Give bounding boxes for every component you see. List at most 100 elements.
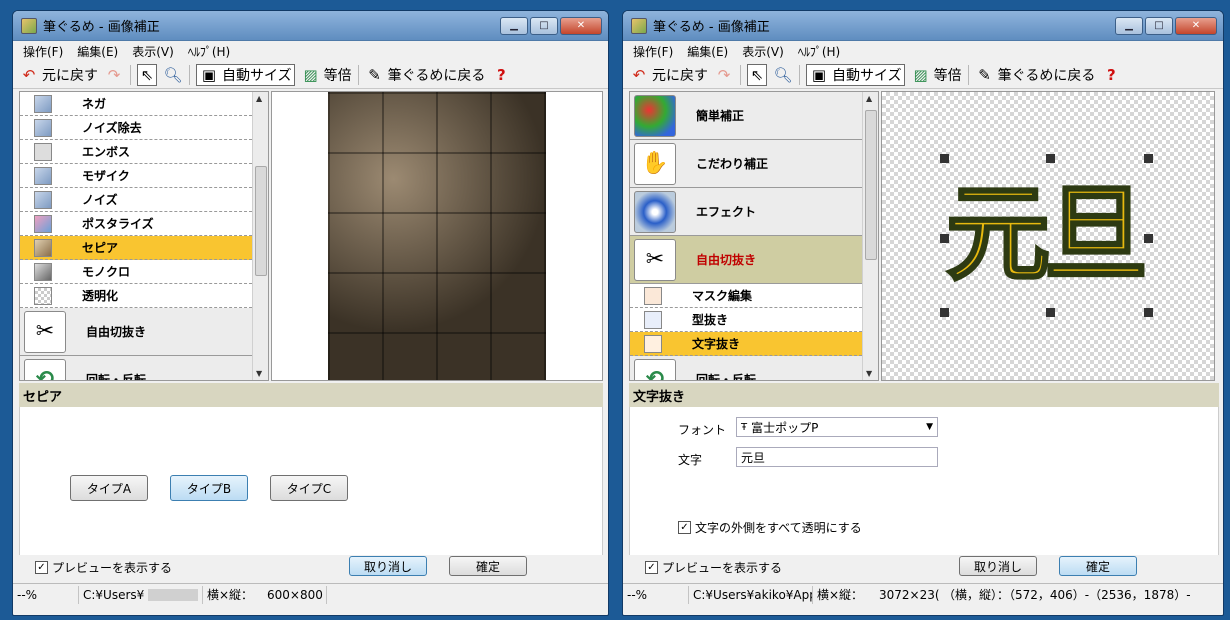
maximize-button[interactable]: □ (530, 16, 558, 35)
list-item-text-cut[interactable]: 文字抜き (630, 332, 862, 356)
preview-checkbox[interactable]: ✓ プレビューを表示する (645, 559, 782, 576)
image-preview: 元旦 (881, 91, 1215, 381)
list-item-sepia[interactable]: セピア (20, 236, 252, 260)
list-item-mosaic[interactable]: モザイク (20, 164, 252, 188)
list-item-transparent[interactable]: 透明化 (20, 284, 252, 308)
menu-operation[interactable]: 操作(F) (633, 43, 673, 60)
scroll-thumb[interactable] (255, 166, 267, 276)
type-c-button[interactable]: タイプC (270, 475, 348, 501)
menu-operation[interactable]: 操作(F) (23, 43, 63, 60)
text-label: 文字 (678, 453, 703, 467)
pointer-icon[interactable]: ⇖ (747, 63, 767, 86)
denoise-icon (34, 118, 52, 137)
app-icon (631, 17, 647, 34)
redo-icon[interactable]: ↷ (714, 65, 734, 85)
list-item-rotate[interactable]: ⟲ 回転・反転 (630, 356, 862, 380)
menu-help[interactable]: ﾍﾙﾌﾟ(H) (798, 43, 840, 60)
image-icon: ▨ (303, 65, 318, 84)
app-icon (21, 17, 37, 34)
list-item-denoise[interactable]: ノイズ除去 (20, 116, 252, 140)
image-preview (271, 91, 603, 381)
actual-size-button[interactable]: ▨ 等倍 (301, 65, 352, 85)
resize-handle[interactable] (940, 308, 949, 317)
scroll-up-icon[interactable]: ▲ (256, 94, 262, 103)
help-icon[interactable]: ? (491, 65, 511, 85)
menu-help[interactable]: ﾍﾙﾌﾟ(H) (188, 43, 230, 60)
list-item-shape-cut[interactable]: 型抜き (630, 308, 862, 332)
resize-handle[interactable] (1144, 308, 1153, 317)
minimize-button[interactable]: ▁ (500, 16, 528, 35)
close-button[interactable]: ✕ (560, 16, 602, 35)
auto-size-button[interactable]: ▣ 自動サイズ (806, 63, 905, 86)
size-status: 600×800 (263, 585, 327, 604)
ok-button[interactable]: 確定 (1059, 556, 1137, 576)
list-item-mask-edit[interactable]: マスク編集 (630, 284, 862, 308)
type-a-button[interactable]: タイプA (70, 475, 148, 501)
list-item-free-cut[interactable]: ✂ 自由切抜き (630, 236, 862, 284)
close-button[interactable]: ✕ (1175, 16, 1217, 35)
list-item-emboss[interactable]: エンボス (20, 140, 252, 164)
checkmark-icon: ✓ (678, 521, 691, 534)
pencil-icon (644, 334, 662, 353)
outside-transparent-checkbox[interactable]: ✓ 文字の外側をすべて透明にする (678, 519, 862, 536)
list-item-noise[interactable]: ノイズ (20, 188, 252, 212)
list-item-free-cut[interactable]: ✂ 自由切抜き (20, 308, 252, 356)
scroll-up-icon[interactable]: ▲ (866, 94, 872, 103)
resize-handle[interactable] (940, 234, 949, 243)
cancel-button[interactable]: 取り消し (959, 556, 1037, 576)
checkmark-icon: ✓ (35, 560, 48, 574)
resize-handle[interactable] (1144, 154, 1153, 163)
size-label: 横×縦： (817, 588, 864, 602)
auto-size-button[interactable]: ▣ 自動サイズ (196, 63, 295, 86)
font-select[interactable]: Ŧ 富士ポップP ▼ (736, 417, 938, 437)
rotate-icon: ⟲ (24, 358, 66, 380)
preview-checkbox[interactable]: ✓ プレビューを表示する (35, 559, 172, 576)
title-bar: 筆ぐるめ - 画像補正 ▁ □ ✕ (623, 11, 1223, 41)
pointer-icon[interactable]: ⇖ (137, 63, 157, 86)
path-status: C:¥Users¥ (79, 585, 203, 604)
left-window: 筆ぐるめ - 画像補正 ▁ □ ✕ 操作(F) 編集(E) 表示(V) ﾍﾙﾌﾟ… (12, 10, 609, 616)
text-input[interactable]: 元旦 (736, 447, 938, 467)
resize-handle[interactable] (1144, 234, 1153, 243)
minimize-button[interactable]: ▁ (1115, 16, 1143, 35)
type-b-button[interactable]: タイプB (170, 475, 248, 501)
resize-handle[interactable] (940, 154, 949, 163)
font-label: フォント (678, 423, 727, 437)
maximize-button[interactable]: □ (1145, 16, 1173, 35)
list-item-effect[interactable]: エフェクト (630, 188, 862, 236)
scroll-down-icon[interactable]: ▼ (866, 369, 872, 378)
undo-button[interactable]: ↶ 元に戻す (19, 65, 98, 85)
status-bar: --% C:¥Users¥ 横×縦： 600×800 (13, 583, 608, 605)
zoom-status: --% (623, 585, 689, 604)
ok-button[interactable]: 確定 (449, 556, 527, 576)
actual-size-button[interactable]: ▨ 等倍 (911, 65, 962, 85)
list-scrollbar[interactable]: ▲ ▼ (862, 92, 878, 380)
menu-view[interactable]: 表示(V) (132, 43, 174, 60)
color-hand-icon: ✋ (634, 142, 676, 185)
help-icon[interactable]: ? (1101, 65, 1121, 85)
list-item-posterize[interactable]: ポスタライズ (20, 212, 252, 236)
checkmark-icon: ✓ (645, 560, 658, 574)
list-scrollbar[interactable]: ▲ ▼ (252, 92, 268, 380)
list-item-detail-correction[interactable]: ✋ こだわり補正 (630, 140, 862, 188)
list-item-rotate[interactable]: ⟲ 回転・反転 (20, 356, 252, 380)
back-to-fudegurume-button[interactable]: ✎ 筆ぐるめに戻る (365, 65, 485, 85)
cancel-button[interactable]: 取り消し (349, 556, 427, 576)
list-item-easy-correction[interactable]: 簡単補正 (630, 92, 862, 140)
scroll-thumb[interactable] (865, 110, 877, 260)
undo-button[interactable]: ↶ 元に戻す (629, 65, 708, 85)
resize-handle[interactable] (1046, 154, 1055, 163)
list-item-mono[interactable]: モノクロ (20, 260, 252, 284)
mosaic-icon (34, 166, 52, 185)
settings-panel: タイプA タイプB タイプC (19, 407, 603, 555)
scroll-down-icon[interactable]: ▼ (256, 369, 262, 378)
redo-icon[interactable]: ↷ (104, 65, 124, 85)
zoom-icon[interactable]: 🔍︎ (773, 65, 793, 85)
menu-view[interactable]: 表示(V) (742, 43, 784, 60)
menu-edit[interactable]: 編集(E) (77, 43, 118, 60)
menu-edit[interactable]: 編集(E) (687, 43, 728, 60)
zoom-icon[interactable]: 🔍︎ (163, 65, 183, 85)
list-item-nega[interactable]: ネガ (20, 92, 252, 116)
back-to-fudegurume-button[interactable]: ✎ 筆ぐるめに戻る (975, 65, 1095, 85)
resize-handle[interactable] (1046, 308, 1055, 317)
